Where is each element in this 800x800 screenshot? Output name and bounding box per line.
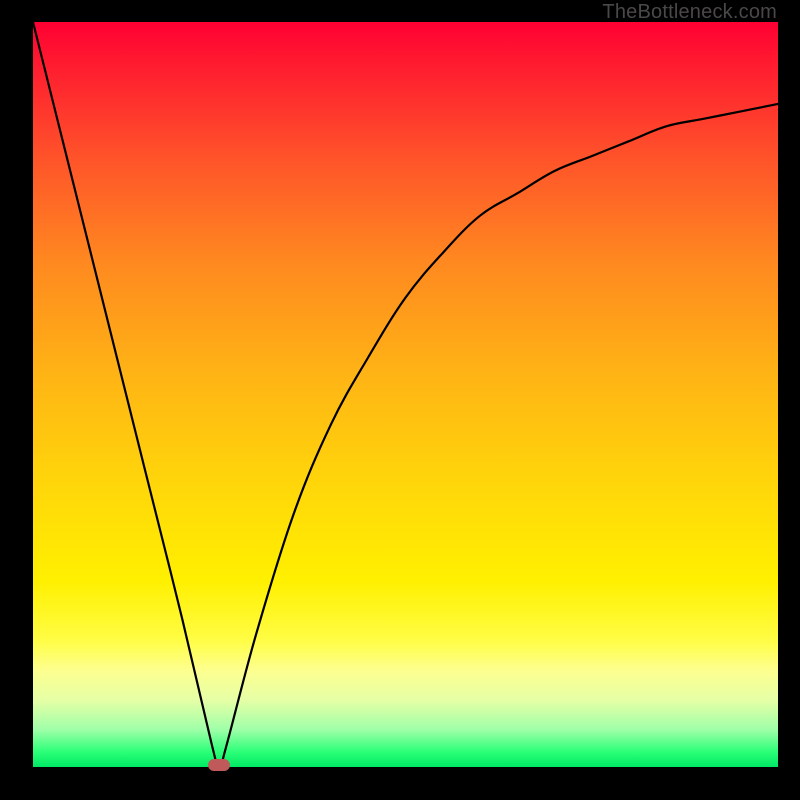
- watermark-text: TheBottleneck.com: [602, 1, 777, 24]
- chart-frame: TheBottleneck.com: [0, 0, 800, 800]
- optimal-point-marker: [208, 759, 230, 771]
- plot-area: [33, 22, 778, 767]
- bottleneck-curve: [33, 22, 778, 767]
